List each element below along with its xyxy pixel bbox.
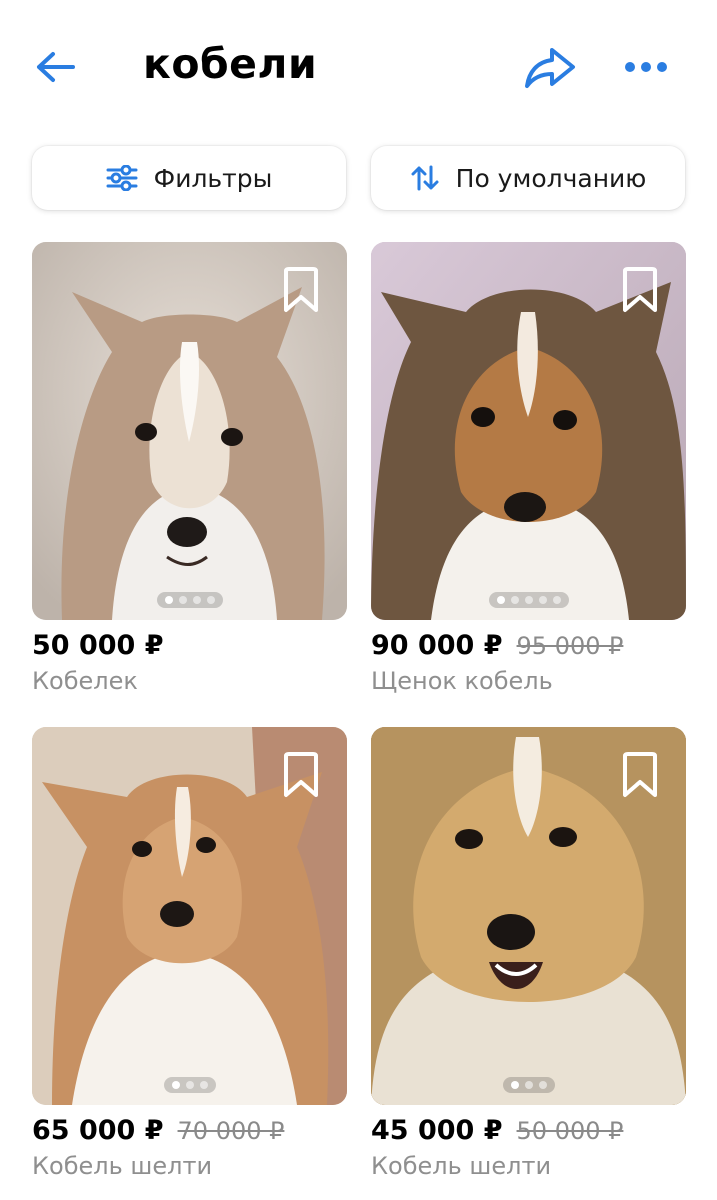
bookmark-button[interactable]	[279, 264, 323, 316]
sort-button[interactable]: По умолчанию	[371, 146, 685, 210]
bookmark-icon	[623, 752, 657, 797]
photo-pager	[488, 592, 569, 608]
listing-price: 50 000 ₽	[32, 630, 164, 661]
listing-photo[interactable]	[32, 727, 347, 1105]
sort-arrows-icon	[410, 165, 440, 191]
bookmark-icon	[623, 267, 657, 312]
share-icon	[525, 48, 575, 88]
more-options-button[interactable]	[618, 50, 673, 84]
listing-price: 65 000 ₽	[32, 1115, 164, 1146]
bookmark-button[interactable]	[618, 264, 662, 316]
sliders-icon	[106, 165, 138, 191]
listing-price: 90 000 ₽	[371, 630, 503, 661]
filters-button[interactable]: Фильтры	[32, 146, 346, 210]
sort-label: По умолчанию	[455, 163, 647, 193]
listing-card[interactable]: 65 000 ₽ 70 000 ₽ Кобель шелти	[32, 727, 347, 1180]
bookmark-button[interactable]	[618, 749, 662, 801]
filters-label: Фильтры	[153, 163, 273, 193]
photo-pager	[156, 592, 223, 608]
listing-card[interactable]: 50 000 ₽ Кобелек	[32, 242, 347, 695]
more-dots-icon	[624, 62, 667, 72]
bookmark-icon	[284, 267, 318, 312]
listing-title: Кобелек	[32, 667, 138, 695]
bookmark-icon	[284, 752, 318, 797]
listing-card[interactable]: 45 000 ₽ 50 000 ₽ Кобель шелти	[371, 727, 686, 1180]
listing-photo[interactable]	[32, 242, 347, 620]
arrow-left-icon	[37, 52, 75, 82]
page-title: кобели	[143, 40, 318, 88]
listing-old-price: 95 000 ₽	[516, 632, 624, 660]
listing-title: Кобель шелти	[32, 1152, 213, 1180]
listing-old-price: 50 000 ₽	[516, 1117, 624, 1145]
listing-title: Кобель шелти	[371, 1152, 552, 1180]
listing-card[interactable]: 90 000 ₽ 95 000 ₽ Щенок кобель	[371, 242, 686, 695]
back-button[interactable]	[30, 42, 80, 92]
listing-price: 45 000 ₽	[371, 1115, 503, 1146]
bookmark-button[interactable]	[279, 749, 323, 801]
listing-title: Щенок кобель	[371, 667, 553, 695]
listing-photo[interactable]	[371, 727, 686, 1105]
listing-photo[interactable]	[371, 242, 686, 620]
photo-pager	[502, 1077, 555, 1093]
listing-old-price: 70 000 ₽	[177, 1117, 285, 1145]
top-bar: кобели	[0, 0, 717, 135]
share-button[interactable]	[520, 40, 580, 96]
photo-pager	[163, 1077, 216, 1093]
